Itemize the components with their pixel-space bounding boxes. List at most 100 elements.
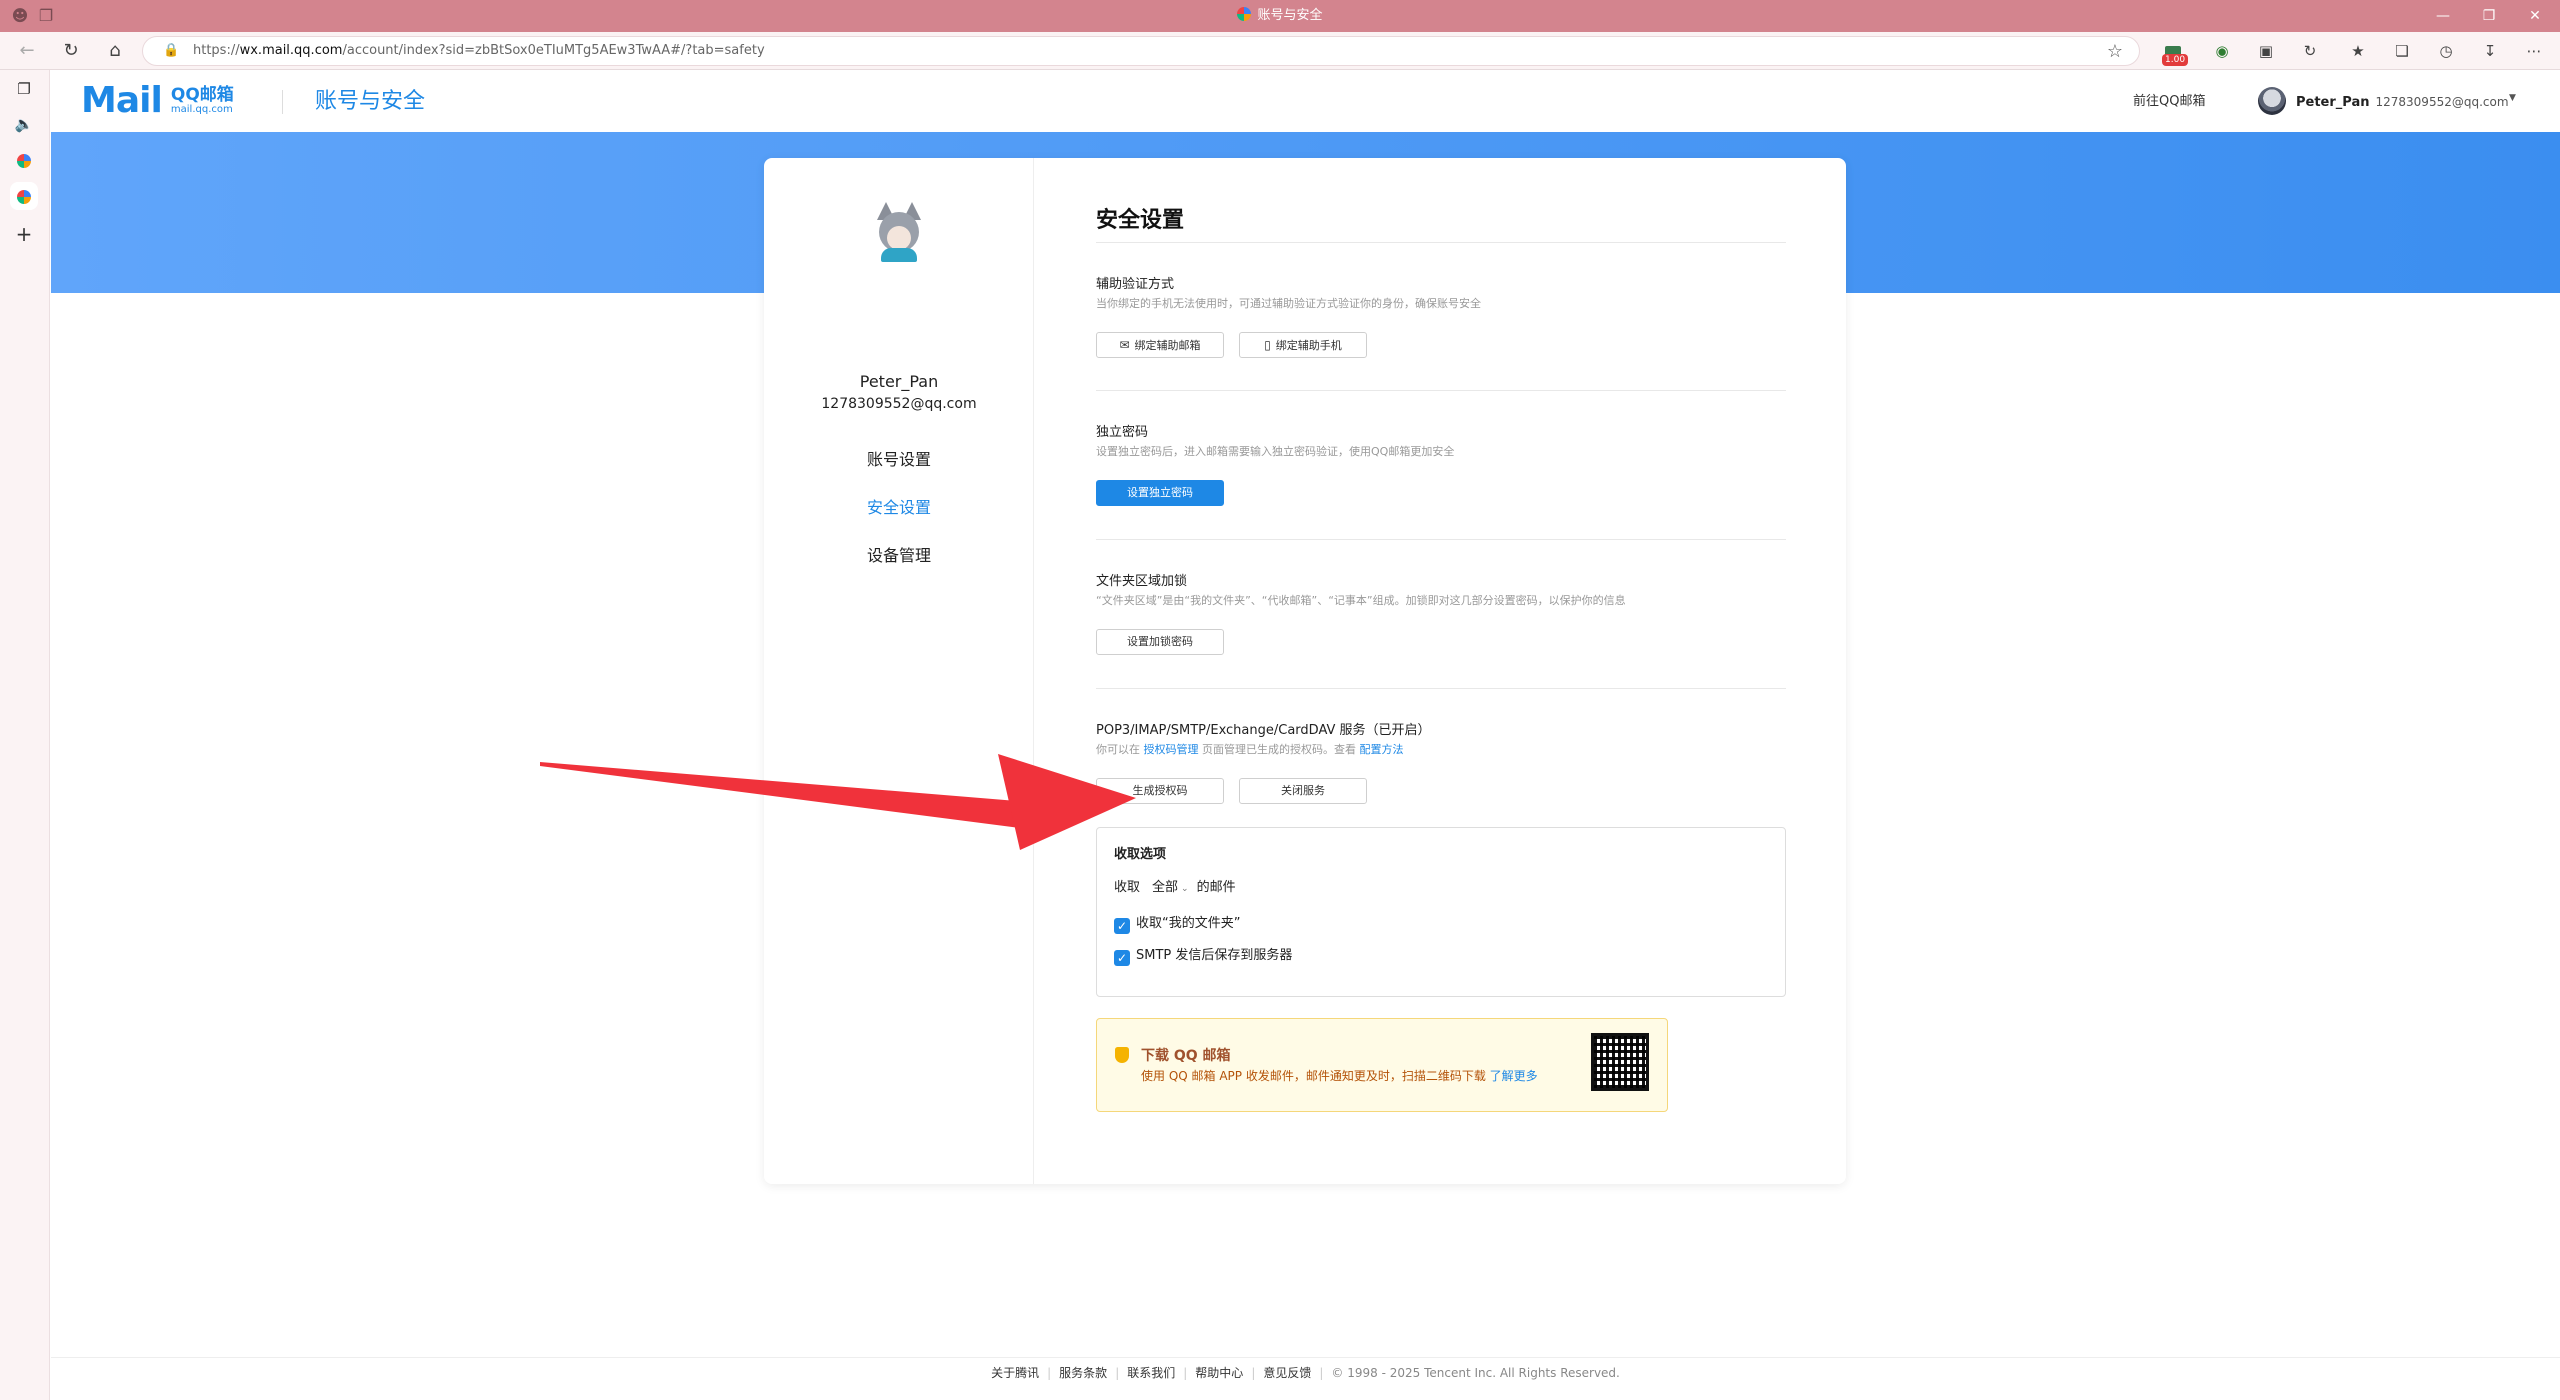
extension-sync-icon[interactable]: ↻ bbox=[2300, 41, 2320, 61]
independent-pwd-desc: 设置独立密码后，进入邮箱需要输入独立密码验证，使用QQ邮箱更加安全 bbox=[1096, 445, 1455, 458]
extension-badge: 1.00 bbox=[2162, 54, 2189, 66]
tab-favicon-active-icon[interactable] bbox=[14, 186, 34, 206]
phone-icon: ▯ bbox=[1264, 338, 1271, 352]
settings-card: Peter_Pan 1278309552@qq.com 账号设置 安全设置 设备… bbox=[764, 158, 1846, 1184]
download-desc-text: 使用 QQ 邮箱 APP 收发邮件，邮件通知更及时，扫描二维码下载 bbox=[1141, 1069, 1486, 1083]
new-tab-icon[interactable]: + bbox=[14, 224, 34, 244]
restore-icon[interactable]: ❐ bbox=[2466, 0, 2512, 32]
profile-avatar bbox=[873, 202, 925, 262]
download-app-banner: 下载 QQ 邮箱 使用 QQ 邮箱 APP 收发邮件，邮件通知更及时，扫描二维码… bbox=[1096, 1018, 1668, 1112]
settings-sidebar: Peter_Pan 1278309552@qq.com 账号设置 安全设置 设备… bbox=[764, 158, 1034, 1184]
avatar-body bbox=[881, 248, 917, 262]
footer-sep: | bbox=[1115, 1366, 1120, 1380]
logo-line1: QQ邮箱 bbox=[170, 85, 234, 105]
url-text[interactable]: https://wx.mail.qq.com/account/index?sid… bbox=[193, 37, 765, 65]
window-title: 账号与安全 bbox=[0, 0, 2560, 32]
minimize-icon[interactable]: — bbox=[2420, 0, 2466, 32]
footer-sep: | bbox=[1251, 1366, 1256, 1380]
browser-sidebar: ❐ 🔈 + bbox=[0, 70, 50, 1400]
avatar[interactable] bbox=[2258, 87, 2286, 115]
browser-toolbar: ← ↻ ⌂ 🔒 https://wx.mail.qq.com/account/i… bbox=[0, 32, 2560, 70]
footer-link-contact[interactable]: 联系我们 bbox=[1127, 1366, 1175, 1380]
address-bar[interactable]: 🔒 https://wx.mail.qq.com/account/index?s… bbox=[142, 36, 2140, 66]
home-icon[interactable]: ⌂ bbox=[102, 38, 128, 64]
user-menu[interactable]: Peter_Pan 1278309552@qq.com bbox=[2296, 92, 2509, 113]
checkbox-checked-icon[interactable]: ✓ bbox=[1114, 950, 1130, 966]
checkbox-checked-icon[interactable]: ✓ bbox=[1114, 918, 1130, 934]
qq-mail-logo[interactable]: Mail QQ邮箱 mail.qq.com bbox=[81, 82, 234, 120]
section-title: 安全设置 bbox=[1096, 208, 1185, 233]
footer-link-feedback[interactable]: 意见反馈 bbox=[1263, 1366, 1311, 1380]
tab-actions-icon[interactable]: ❐ bbox=[14, 79, 34, 99]
logo-word: Mail bbox=[81, 80, 163, 121]
logo-line2: mail.qq.com bbox=[170, 104, 233, 115]
divider bbox=[1096, 539, 1786, 540]
receive-options-panel: 收取选项 收取 全部 ⌄ 的邮件 ✓ 收取“我的文件夹” ✓ SMTP 发信后保存到服务器 bbox=[1096, 827, 1786, 997]
more-menu-icon[interactable]: ⋯ bbox=[2524, 41, 2544, 61]
footer-copyright: © 1998 - 2025 Tencent Inc. All Rights Re… bbox=[1331, 1366, 1620, 1380]
folder-lock-desc: “文件夹区域”是由“我的文件夹”、“代收邮箱”、“记事本”组成。加锁即对这几部分… bbox=[1096, 594, 1626, 607]
footer-link-help[interactable]: 帮助中心 bbox=[1195, 1366, 1243, 1380]
browser-titlebar: ☻ ❐ 账号与安全 — ❐ ✕ bbox=[0, 0, 2560, 32]
bind-aux-email-label: 绑定辅助邮箱 bbox=[1134, 339, 1201, 352]
footer-link-about[interactable]: 关于腾讯 bbox=[991, 1366, 1039, 1380]
site-header: Mail QQ邮箱 mail.qq.com 账号与安全 前往QQ邮箱 Peter… bbox=[51, 70, 2560, 132]
divider bbox=[1096, 390, 1786, 391]
receive-my-folders-label: 收取“我的文件夹” bbox=[1136, 916, 1241, 931]
url-scheme: https:// bbox=[193, 43, 240, 58]
profile-email: 1278309552@qq.com bbox=[821, 396, 977, 412]
avatar-face bbox=[887, 226, 911, 250]
receive-options-title: 收取选项 bbox=[1114, 847, 1167, 862]
set-lock-pwd-button[interactable]: 设置加锁密码 bbox=[1096, 629, 1224, 655]
extension-counter-icon[interactable]: 1.00 bbox=[2162, 46, 2189, 66]
learn-more-link[interactable]: 了解更多 bbox=[1490, 1069, 1538, 1083]
tab-favicon-icon bbox=[1237, 7, 1252, 21]
close-icon[interactable]: ✕ bbox=[2512, 0, 2558, 32]
audio-icon[interactable]: 🔈 bbox=[14, 114, 34, 134]
favorite-star-icon[interactable]: ☆ bbox=[2107, 41, 2123, 62]
favicon-dot-icon bbox=[17, 189, 31, 204]
config-method-link[interactable]: 配置方法 bbox=[1360, 743, 1404, 756]
url-host: wx.mail.qq.com bbox=[239, 43, 343, 58]
favorites-icon[interactable]: ★ bbox=[2348, 41, 2368, 61]
footer-sep: | bbox=[1047, 1366, 1052, 1380]
goto-mail-link[interactable]: 前往QQ邮箱 bbox=[2133, 92, 2205, 112]
tab-favicon-icon[interactable] bbox=[14, 150, 34, 170]
settings-content: 安全设置 辅助验证方式 当你绑定的手机无法使用时，可通过辅助验证方式验证你的身份… bbox=[1035, 158, 1846, 1184]
sidebar-item-account-settings[interactable]: 账号设置 bbox=[764, 448, 1034, 472]
collections-icon[interactable]: ❏ bbox=[2392, 41, 2412, 61]
history-icon[interactable]: ◷ bbox=[2436, 41, 2456, 61]
window-title-text: 账号与安全 bbox=[1257, 8, 1323, 23]
sidebar-item-device-management[interactable]: 设备管理 bbox=[764, 544, 1034, 568]
qr-code-icon bbox=[1591, 1033, 1649, 1091]
receive-suffix: 的邮件 bbox=[1196, 880, 1236, 895]
shield-icon bbox=[1115, 1047, 1129, 1063]
back-icon[interactable]: ← bbox=[14, 38, 40, 64]
set-independent-pwd-button[interactable]: 设置独立密码 bbox=[1096, 480, 1224, 506]
extension-game-icon[interactable]: ▣ bbox=[2256, 41, 2276, 61]
generate-auth-code-button[interactable]: 生成授权码 bbox=[1096, 778, 1224, 804]
header-divider bbox=[282, 90, 283, 114]
receive-range-select[interactable]: 全部 ⌄ bbox=[1148, 878, 1193, 899]
pop3-desc-mid: 页面管理已生成的授权码。查看 bbox=[1202, 743, 1356, 756]
site-footer: 关于腾讯 | 服务条款 | 联系我们 | 帮助中心 | 意见反馈 | © 1998 - 2025 T… bbox=[51, 1357, 2560, 1400]
lock-icon[interactable]: 🔒 bbox=[163, 43, 179, 58]
sidebar-item-security-settings[interactable]: 安全设置 bbox=[764, 496, 1034, 520]
receive-my-folders-option[interactable]: ✓ 收取“我的文件夹” bbox=[1114, 915, 1240, 934]
bind-aux-email-button[interactable]: ✉ 绑定辅助邮箱 bbox=[1096, 332, 1224, 358]
close-service-button[interactable]: 关闭服务 bbox=[1239, 778, 1367, 804]
download-title: 下载 QQ 邮箱 bbox=[1141, 1048, 1231, 1064]
independent-pwd-title: 独立密码 bbox=[1096, 425, 1149, 440]
download-icon[interactable]: ↧ bbox=[2480, 41, 2500, 61]
mail-icon: ✉ bbox=[1119, 338, 1130, 352]
auth-code-manage-link[interactable]: 授权码管理 bbox=[1144, 743, 1199, 756]
user-email: 1278309552@qq.com bbox=[2375, 95, 2509, 109]
extension-shield-icon[interactable]: ◉ bbox=[2212, 41, 2232, 61]
profile-name: Peter_Pan bbox=[859, 372, 939, 391]
chevron-down-icon[interactable]: ▼ bbox=[2509, 93, 2516, 103]
refresh-icon[interactable]: ↻ bbox=[58, 38, 84, 64]
footer-link-terms[interactable]: 服务条款 bbox=[1059, 1366, 1107, 1380]
smtp-save-option[interactable]: ✓ SMTP 发信后保存到服务器 bbox=[1114, 947, 1292, 966]
aux-verify-desc: 当你绑定的手机无法使用时，可通过辅助验证方式验证你的身份，确保账号安全 bbox=[1096, 297, 1481, 310]
bind-aux-phone-button[interactable]: ▯ 绑定辅助手机 bbox=[1239, 332, 1367, 358]
